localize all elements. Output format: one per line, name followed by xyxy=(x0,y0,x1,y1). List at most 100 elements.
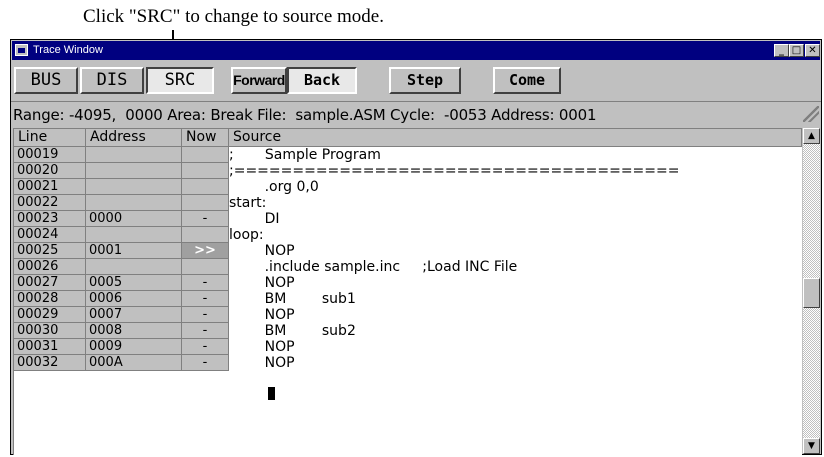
line-cell: 00029 xyxy=(14,307,86,323)
line-cell: 00022 xyxy=(14,195,86,211)
address-cell xyxy=(86,259,182,275)
table-row[interactable]: 00026 .include sample.inc ;Load INC File xyxy=(14,259,802,275)
dis-mode-button[interactable]: DIS xyxy=(80,67,144,94)
minimize-button[interactable]: _ xyxy=(774,44,789,57)
address-cell: 000A xyxy=(86,355,182,371)
source-cell: BM sub1 xyxy=(229,291,799,307)
scroll-up-button[interactable]: ▲ xyxy=(803,128,820,144)
now-cell xyxy=(182,179,229,195)
source-cell: start: xyxy=(229,195,799,211)
column-header-source[interactable]: Source xyxy=(229,129,802,147)
address-cell: 0009 xyxy=(86,339,182,355)
source-cell: NOP xyxy=(229,243,799,259)
come-button[interactable]: Come xyxy=(493,67,561,94)
now-cell xyxy=(182,195,229,211)
line-cell: 00020 xyxy=(14,163,86,179)
address-cell xyxy=(86,227,182,243)
column-header-line[interactable]: Line xyxy=(14,129,86,147)
now-cell: - xyxy=(182,307,229,323)
address-cell: 0001 xyxy=(86,243,182,259)
now-cell: - xyxy=(182,355,229,371)
text-cursor xyxy=(268,387,275,400)
source-cell: NOP xyxy=(229,355,799,371)
address-cell: 0008 xyxy=(86,323,182,339)
table-row[interactable]: 00029 0007- NOP xyxy=(14,307,802,323)
now-cell xyxy=(182,147,229,163)
address-cell: 0007 xyxy=(86,307,182,323)
source-cell: .include sample.inc ;Load INC File xyxy=(229,259,799,275)
step-button[interactable]: Step xyxy=(389,67,461,94)
table-row[interactable]: 00030 0008- BM sub2 xyxy=(14,323,802,339)
bus-mode-button[interactable]: BUS xyxy=(14,67,78,94)
source-cell: ;====================================== xyxy=(229,163,799,179)
title-bar[interactable]: Trace Window _ □ ✕ xyxy=(12,41,820,60)
now-cell: - xyxy=(182,291,229,307)
line-cell: 00024 xyxy=(14,227,86,243)
trace-rows: 00019 ; Sample Program 00020 ;============… xyxy=(14,147,802,371)
table-row[interactable]: 00021 .org 0,0 xyxy=(14,179,802,195)
current-pointer-cell: >> xyxy=(182,243,229,259)
toolbar: BUS DIS SRC Forward Back Step Come xyxy=(11,61,821,99)
instruction-caption: Click "SRC" to change to source mode. xyxy=(83,6,384,27)
source-cell: NOP xyxy=(229,339,799,355)
back-button[interactable]: Back xyxy=(287,67,357,94)
table-row[interactable]: 00019 ; Sample Program xyxy=(14,147,802,163)
table-row[interactable]: 00028 0006- BM sub1 xyxy=(14,291,802,307)
source-cell: NOP xyxy=(229,307,799,323)
source-cell: BM sub2 xyxy=(229,323,799,339)
address-cell xyxy=(86,147,182,163)
source-cell: DI xyxy=(229,211,799,227)
source-cell: NOP xyxy=(229,275,799,291)
table-row[interactable]: 00031 0009- NOP xyxy=(14,339,802,355)
line-cell: 00023 xyxy=(14,211,86,227)
line-cell: 00025 xyxy=(14,243,86,259)
column-header-now[interactable]: Now xyxy=(182,129,229,147)
window-app-icon xyxy=(15,44,28,56)
now-cell xyxy=(182,227,229,243)
scroll-thumb[interactable] xyxy=(803,278,820,308)
maximize-button[interactable]: □ xyxy=(789,44,804,57)
table-row[interactable]: 00027 0005- NOP xyxy=(14,275,802,291)
now-cell: - xyxy=(182,275,229,291)
address-cell: 0005 xyxy=(86,275,182,291)
forward-button[interactable]: Forward xyxy=(231,67,287,94)
now-cell: - xyxy=(182,339,229,355)
line-cell: 00028 xyxy=(14,291,86,307)
line-cell: 00026 xyxy=(14,259,86,275)
line-cell: 00021 xyxy=(14,179,86,195)
line-cell: 00030 xyxy=(14,323,86,339)
src-mode-button[interactable]: SRC xyxy=(146,67,214,94)
table-row[interactable]: 00024 loop: xyxy=(14,227,802,243)
address-cell: 0000 xyxy=(86,211,182,227)
address-cell xyxy=(86,179,182,195)
line-cell: 00027 xyxy=(14,275,86,291)
trace-window: Trace Window _ □ ✕ BUS DIS SRC Forward B… xyxy=(10,39,822,455)
table-row[interactable]: 00023 0000- DI xyxy=(14,211,802,227)
scroll-down-button[interactable]: ▼ xyxy=(803,438,820,454)
vertical-scrollbar[interactable]: ▲ ▼ xyxy=(803,128,820,454)
address-cell xyxy=(86,195,182,211)
resize-grip[interactable] xyxy=(803,106,819,122)
table-row[interactable]: 00022 start: xyxy=(14,195,802,211)
trace-table: Line Address Now Source 00019 ; Sample Pr… xyxy=(13,128,802,455)
source-cell: loop: xyxy=(229,227,799,243)
line-cell: 00031 xyxy=(14,339,86,355)
address-cell: 0006 xyxy=(86,291,182,307)
status-bar-text: Range: -4095, 0000 Area: Break File: sam… xyxy=(13,106,597,124)
table-row[interactable]: 00020 ;==================================… xyxy=(14,163,802,179)
now-cell xyxy=(182,259,229,275)
close-button[interactable]: ✕ xyxy=(805,44,820,57)
source-cell: .org 0,0 xyxy=(229,179,799,195)
column-header-address[interactable]: Address xyxy=(86,129,182,147)
source-cell: ; Sample Program xyxy=(229,147,799,163)
line-cell: 00019 xyxy=(14,147,86,163)
now-cell: - xyxy=(182,323,229,339)
table-row[interactable]: 00032 000A - NOP xyxy=(14,355,802,371)
table-row-current[interactable]: 00025 0001 >> NOP xyxy=(14,243,802,259)
line-cell: 00032 xyxy=(14,355,86,371)
address-cell xyxy=(86,163,182,179)
toolbar-divider xyxy=(11,101,821,102)
window-title: Trace Window xyxy=(33,44,103,56)
now-cell: - xyxy=(182,211,229,227)
now-cell xyxy=(182,163,229,179)
